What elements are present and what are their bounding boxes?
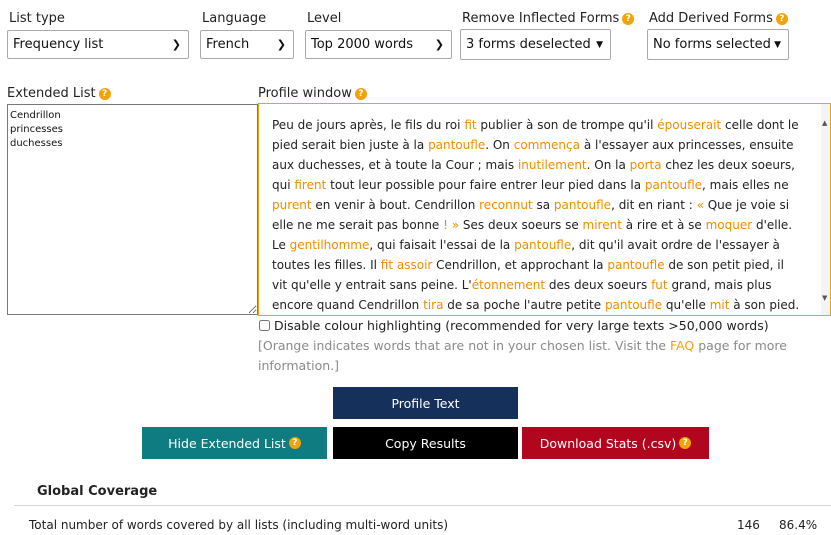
text-segment: de sa poche l'autre petite — [443, 298, 605, 312]
extended-list-textarea[interactable]: Cendrillon princesses duchesses — [7, 104, 258, 315]
text-segment: publier à son de trompe qu'il — [476, 118, 658, 132]
hide-extended-list-button[interactable]: Hide Extended List? — [142, 427, 327, 459]
highlighted-word: étonnement — [471, 278, 546, 292]
highlighted-word: commença — [513, 138, 580, 152]
coverage-row: Total number of words covered by all lis… — [29, 518, 831, 532]
disable-colour-row: Disable colour highlighting (recommended… — [258, 318, 769, 333]
scroll-up-icon[interactable]: ▲ — [822, 113, 827, 133]
caret-down-icon: ▼ — [774, 39, 781, 50]
highlighted-word: assoir — [396, 258, 433, 272]
text-segment: . On — [485, 138, 514, 152]
chevron-down-icon: ❯ — [434, 38, 444, 51]
derived-forms-label: Add Derived Forms? — [649, 11, 788, 26]
coverage-row-label: Total number of words covered by all lis… — [29, 518, 449, 532]
text-segment: Cendrillon, et approchant la — [432, 258, 608, 272]
highlighted-word: pantoufle — [514, 238, 572, 252]
highlighted-word: porta — [629, 158, 662, 172]
list-type-label: List type — [9, 11, 65, 26]
disable-colour-checkbox[interactable] — [259, 320, 270, 331]
help-icon: ? — [288, 437, 301, 449]
list-type-value: Frequency list — [13, 37, 104, 52]
text-segment: qu'elle — [662, 298, 710, 312]
list-type-select[interactable]: Frequency list ❯ — [7, 30, 189, 59]
coverage-row-count: 146 — [737, 518, 760, 532]
highlighted-word: fut — [651, 278, 668, 292]
level-value: Top 2000 words — [311, 37, 414, 52]
coverage-row-percent: 86.4% — [779, 518, 818, 532]
profile-scrollbar[interactable]: ▲ ▼ — [821, 104, 830, 315]
caret-down-icon: ▼ — [596, 39, 603, 50]
highlighted-word: pantoufle — [604, 298, 663, 312]
text-segment: à son pied. — [729, 298, 800, 312]
derived-forms-select[interactable]: No forms selected ▼ — [647, 29, 789, 60]
profile-window-label: Profile window? — [258, 86, 367, 101]
copy-results-button[interactable]: Copy Results — [333, 427, 518, 459]
highlighted-word: « — [696, 198, 704, 212]
inflected-forms-label: Remove Inflected Forms? — [462, 11, 635, 26]
text-segment: sa — [532, 198, 554, 212]
text-segment: à rire et à se — [621, 218, 706, 232]
help-icon[interactable]: ? — [622, 13, 635, 25]
coverage-divider — [14, 505, 831, 506]
highlighted-word: mit — [709, 298, 730, 312]
help-icon[interactable]: ? — [775, 13, 788, 25]
chevron-down-icon: ❯ — [276, 38, 286, 51]
text-segment: . On la — [586, 158, 630, 172]
extended-list-label: Extended List? — [7, 86, 111, 101]
highlighted-word: purent — [272, 198, 312, 212]
highlighted-word: pantoufle — [644, 178, 703, 192]
help-icon[interactable]: ? — [98, 88, 111, 100]
inflected-forms-value: 3 forms deselected — [466, 37, 591, 52]
download-stats-button[interactable]: Download Stats (.csv)? — [522, 427, 709, 459]
highlighted-word: pantoufle — [553, 198, 612, 212]
inflected-forms-select[interactable]: 3 forms deselected ▼ — [460, 29, 611, 60]
text-segment: des deux soeurs — [545, 278, 652, 292]
text-segment: , qui faisait l'essai de la — [369, 238, 515, 252]
faq-link[interactable]: FAQ — [670, 338, 694, 353]
level-select[interactable]: Top 2000 words ❯ — [305, 30, 452, 59]
text-segment: , mais elles ne — [702, 178, 789, 192]
highlighted-word: mirent — [582, 218, 622, 232]
highlighted-word: pantoufle — [607, 258, 665, 272]
highlighted-word: fit — [380, 258, 394, 272]
text-segment: Peu de jours après, le fils du roi — [272, 118, 465, 132]
profile-text: Peu de jours après, le fils du roi fit p… — [272, 115, 800, 315]
profile-text-button[interactable]: Profile Text — [333, 387, 518, 419]
text-segment: en venir à bout. Cendrillon — [311, 198, 480, 212]
scroll-down-icon[interactable]: ▼ — [822, 288, 827, 308]
highlighted-word: inutilement — [517, 158, 587, 172]
highlighted-word: pantoufle — [428, 138, 486, 152]
text-segment: , dit en riant : — [611, 198, 697, 212]
help-icon[interactable]: ? — [354, 88, 367, 100]
chevron-down-icon: ❯ — [171, 38, 181, 51]
help-icon: ? — [679, 437, 692, 449]
highlighted-word: reconnut — [479, 198, 533, 212]
coverage-heading: Global Coverage — [37, 484, 158, 499]
text-segment: Ses deux soeurs se — [459, 218, 583, 232]
highlighted-word: gentilhomme — [289, 238, 370, 252]
disable-colour-label: Disable colour highlighting (recommended… — [274, 318, 769, 333]
language-select[interactable]: French ❯ — [200, 30, 294, 59]
language-value: French — [206, 37, 250, 52]
highlighted-word: fit — [464, 118, 477, 132]
highlighted-word: firent — [294, 178, 327, 192]
level-label: Level — [307, 11, 342, 26]
language-label: Language — [202, 11, 267, 26]
highlighted-word: tira — [423, 298, 444, 312]
highlighted-word: ! » — [443, 218, 460, 232]
derived-forms-value: No forms selected — [653, 37, 771, 52]
orange-note: [Orange indicates words that are not in … — [258, 338, 787, 373]
highlighted-word: moquer — [705, 218, 753, 232]
text-segment: tout leur possible pour faire entrer leu… — [326, 178, 645, 192]
highlighted-word: épouserait — [657, 118, 722, 132]
profile-window[interactable]: Peu de jours après, le fils du roi fit p… — [258, 103, 831, 316]
